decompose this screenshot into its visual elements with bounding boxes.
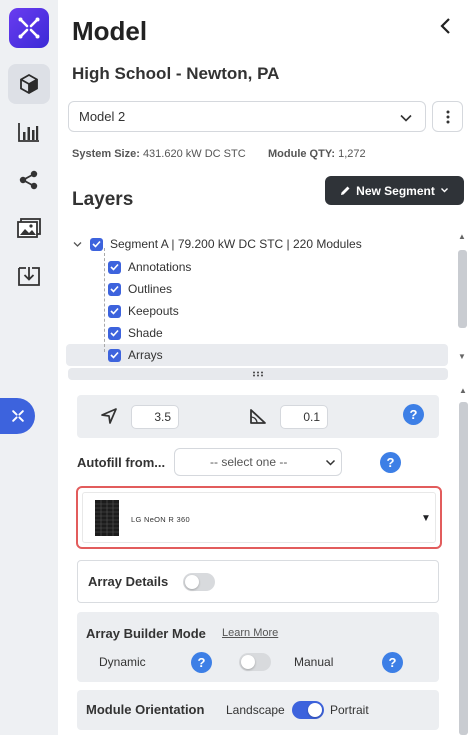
- tree-segment-a[interactable]: Segment A | 79.200 kW DC STC | 220 Modul…: [73, 233, 362, 255]
- module-select[interactable]: LG NeON R 360 ▼: [82, 492, 436, 543]
- chevron-down-icon: [399, 110, 413, 128]
- system-size-label: System Size:: [72, 148, 140, 160]
- scroll-down-arrow-icon[interactable]: ▼: [458, 352, 466, 361]
- layer-tree: Segment A | 79.200 kW DC STC | 220 Modul…: [66, 230, 456, 366]
- portrait-label: Portrait: [330, 703, 369, 717]
- tree-item-label: Keepouts: [128, 304, 179, 318]
- scroll-up-arrow-icon[interactable]: ▲: [459, 386, 467, 395]
- model-select-value: Model 2: [79, 109, 126, 124]
- new-segment-label: New Segment: [356, 183, 435, 198]
- model-cube-icon[interactable]: [8, 64, 50, 104]
- app-logo-icon[interactable]: [9, 8, 49, 48]
- image-icon[interactable]: [8, 208, 50, 248]
- download-icon[interactable]: [8, 256, 50, 296]
- landscape-label: Landscape: [226, 703, 285, 717]
- project-name: High School - Newton, PA: [72, 64, 280, 83]
- tree-item-label: Annotations: [128, 260, 192, 274]
- chevron-down-icon: [440, 188, 448, 193]
- autofill-select-value: -- select one --: [210, 455, 288, 469]
- module-qty-value: 1,272: [338, 148, 366, 160]
- help-icon[interactable]: ?: [380, 452, 401, 473]
- module-orientation-label: Module Orientation: [86, 702, 205, 717]
- help-icon[interactable]: ?: [191, 652, 212, 673]
- annotations-checkbox[interactable]: [108, 260, 121, 274]
- orientation-toggle[interactable]: [292, 701, 324, 719]
- array-builder-label: Array Builder Mode: [86, 626, 206, 641]
- module-select-highlight: LG NeON R 360 ▼: [76, 486, 442, 549]
- layers-heading: Layers: [72, 189, 134, 210]
- segment-a-checkbox[interactable]: [90, 237, 103, 251]
- module-qty: Module QTY: 1,272: [268, 148, 366, 160]
- tree-shade[interactable]: Shade: [108, 322, 163, 344]
- resize-handle[interactable]: [68, 368, 448, 380]
- collapse-chevron-icon[interactable]: [438, 16, 462, 44]
- scrollbar-thumb[interactable]: [458, 250, 467, 328]
- tree-item-label: Shade: [128, 326, 163, 340]
- array-builder-card: Array Builder Mode Learn More Dynamic ? …: [77, 612, 439, 682]
- tilt-input[interactable]: 0.1: [280, 405, 328, 429]
- azimuth-input[interactable]: 3.5: [131, 405, 179, 429]
- model-panel: Model High School - Newton, PA Model 2 S…: [58, 0, 474, 735]
- more-options-button[interactable]: [432, 101, 463, 132]
- autofill-select[interactable]: -- select one --: [174, 448, 342, 476]
- arrays-checkbox[interactable]: [108, 348, 121, 362]
- new-segment-button[interactable]: New Segment: [325, 176, 464, 205]
- help-icon[interactable]: ?: [403, 404, 424, 425]
- module-name: LG NeON R 360: [131, 515, 190, 524]
- tree-item-label: Outlines: [128, 282, 173, 296]
- pencil-icon: [341, 186, 350, 195]
- dynamic-label: Dynamic: [99, 655, 146, 669]
- placement-tools: 3.5 0.1 ?: [77, 395, 439, 438]
- kebab-icon: [446, 110, 449, 123]
- learn-more-link[interactable]: Learn More: [222, 627, 278, 639]
- scrollbar-thumb[interactable]: [459, 402, 468, 735]
- outlines-checkbox[interactable]: [108, 282, 121, 296]
- share-icon[interactable]: [8, 160, 50, 200]
- array-builder-toggle[interactable]: [239, 653, 271, 671]
- system-size: System Size: 431.620 kW DC STC: [72, 148, 246, 160]
- tree-annotations[interactable]: Annotations: [108, 256, 191, 278]
- manual-label: Manual: [294, 655, 334, 669]
- scroll-up-arrow-icon[interactable]: ▲: [458, 232, 466, 241]
- tree-item-label: Arrays: [128, 348, 163, 362]
- tree-connector: [104, 248, 105, 352]
- shade-checkbox[interactable]: [108, 326, 121, 340]
- panel-scrollbar[interactable]: ▲: [456, 384, 470, 735]
- tree-outlines[interactable]: Outlines: [108, 278, 172, 300]
- chevron-down-icon: [325, 459, 336, 466]
- tree-keepouts[interactable]: Keepouts: [108, 300, 179, 322]
- grip-dots-icon: [253, 371, 263, 377]
- system-size-value: 431.620 kW DC STC: [142, 148, 246, 160]
- caret-down-icon: ▼: [421, 513, 431, 524]
- keepouts-checkbox[interactable]: [108, 304, 121, 318]
- array-details-label: Array Details: [88, 574, 169, 589]
- page-title: Model: [72, 16, 148, 46]
- left-rail: [0, 0, 58, 735]
- array-details-card: Array Details: [77, 560, 439, 603]
- model-select[interactable]: Model 2: [68, 101, 426, 132]
- solar-panel-icon: [95, 500, 119, 536]
- module-orientation-card: Module Orientation Landscape Portrait: [77, 690, 439, 730]
- chevron-down-icon: [73, 241, 82, 247]
- azimuth-arrow-icon: [101, 408, 117, 424]
- autofill-label: Autofill from...: [77, 455, 166, 470]
- help-icon[interactable]: ?: [382, 652, 403, 673]
- floating-logo-button[interactable]: [0, 398, 35, 434]
- tilt-angle-icon: [250, 409, 266, 424]
- tree-item-label: Segment A | 79.200 kW DC STC | 220 Modul…: [110, 237, 362, 251]
- layer-tree-scrollbar[interactable]: ▲ ▼: [456, 230, 468, 366]
- tree-arrays[interactable]: Arrays: [66, 344, 448, 366]
- bar-chart-icon[interactable]: [8, 112, 50, 152]
- array-details-toggle[interactable]: [183, 573, 215, 591]
- module-qty-label: Module QTY:: [268, 148, 336, 160]
